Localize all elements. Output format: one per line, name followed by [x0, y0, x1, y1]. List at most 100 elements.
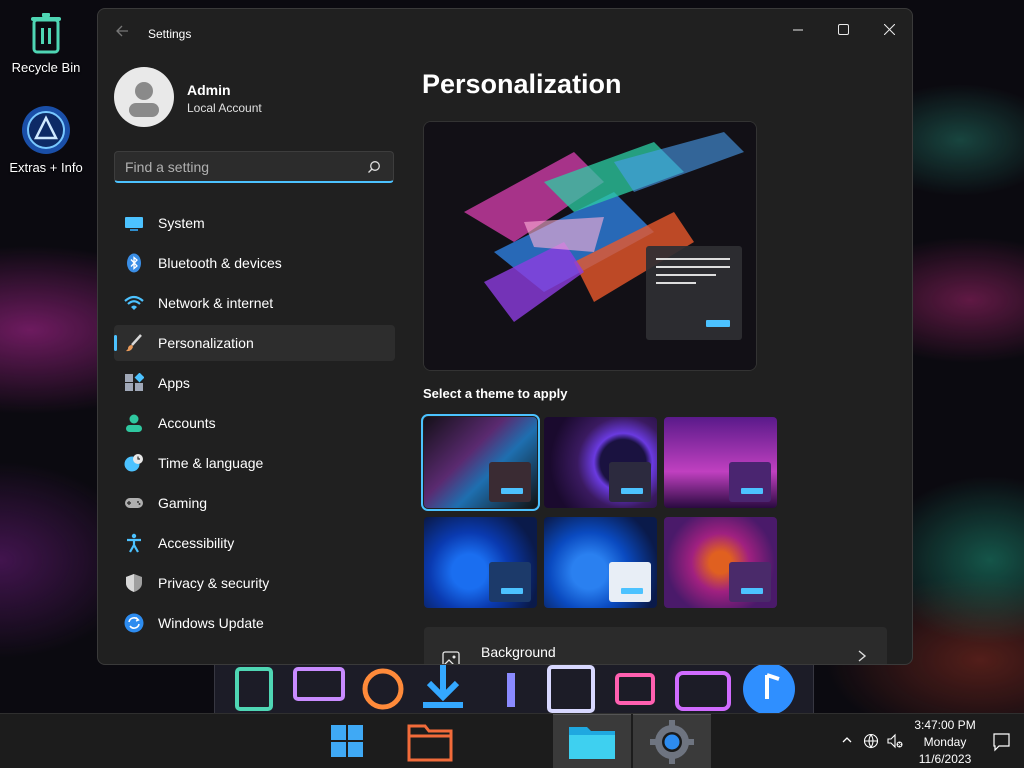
- theme-preview-button: [741, 588, 763, 594]
- maximize-icon: [837, 24, 849, 35]
- minimize-icon: [793, 29, 803, 31]
- sidebar-item-network[interactable]: Network & internet: [114, 285, 395, 321]
- arrow-left-icon: [116, 25, 128, 37]
- bluetooth-icon: [127, 253, 141, 273]
- taskbar-clock[interactable]: 3:47:00 PM Monday 11/6/2023: [900, 717, 990, 768]
- windows-logo-icon: [331, 725, 363, 757]
- user-profile[interactable]: Admin Local Account: [114, 67, 394, 129]
- theme-preview: [423, 121, 757, 371]
- background-row-label: Background: [481, 644, 556, 660]
- sidebar-item-time-language[interactable]: Time & language: [114, 445, 395, 481]
- sidebar-item-label: System: [158, 215, 205, 231]
- folder-icon: [407, 724, 453, 762]
- user-name: Admin: [187, 82, 231, 98]
- sidebar-item-label: Time & language: [158, 455, 264, 471]
- gear-icon: [650, 720, 694, 764]
- dock-strip: [214, 658, 814, 720]
- sidebar-item-windows-update[interactable]: Windows Update: [114, 605, 395, 641]
- notification-icon: [993, 733, 1010, 752]
- taskbar-app-settings[interactable]: [633, 714, 711, 768]
- recycle-bin-icon: [31, 13, 61, 54]
- theme-preview-button: [621, 588, 643, 594]
- sidebar-item-gaming[interactable]: Gaming: [114, 485, 395, 521]
- accounts-icon: [126, 414, 142, 432]
- avatar: [114, 67, 174, 127]
- theme-preview-window: [489, 462, 531, 502]
- settings-window: Settings Admin Local Account Sy: [97, 8, 913, 665]
- sidebar-item-system[interactable]: System: [114, 205, 395, 241]
- search-input[interactable]: [125, 158, 355, 176]
- desktop-icon-extras-info[interactable]: Extras + Info: [0, 104, 92, 175]
- chevron-up-icon[interactable]: [842, 735, 852, 745]
- app-title: Settings: [148, 27, 192, 41]
- theme-option[interactable]: [421, 414, 540, 511]
- taskbar-app-files[interactable]: [553, 714, 631, 768]
- sidebar-item-label: Apps: [158, 375, 190, 391]
- theme-grid: [421, 414, 779, 608]
- image-icon: [442, 651, 460, 664]
- sidebar-item-label: Bluetooth & devices: [158, 255, 282, 271]
- page-title: Personalization: [422, 69, 622, 99]
- sidebar-item-personalization[interactable]: Personalization: [114, 325, 395, 361]
- globe-icon[interactable]: [863, 733, 879, 749]
- sidebar-item-label: Accessibility: [158, 535, 235, 551]
- theme-option[interactable]: [664, 417, 777, 508]
- wifi-icon: [124, 295, 144, 310]
- shield-icon: [126, 574, 142, 592]
- theme-option[interactable]: [664, 517, 777, 608]
- sidebar-item-privacy-security[interactable]: Privacy & security: [114, 565, 395, 601]
- background-setting-row[interactable]: Background: [424, 627, 887, 664]
- account-type: Local Account: [187, 101, 262, 115]
- theme-preview-button: [621, 488, 643, 494]
- chevron-right-icon: [858, 650, 867, 662]
- search-icon[interactable]: [367, 160, 381, 174]
- theme-option[interactable]: [544, 417, 657, 508]
- theme-preview-window: [609, 462, 651, 502]
- start-button[interactable]: [324, 714, 370, 768]
- clock-date: 11/6/2023: [918, 752, 972, 766]
- sidebar-nav: System Bluetooth & devices Network & int…: [114, 205, 395, 645]
- sidebar-item-label: Personalization: [158, 335, 254, 351]
- gamepad-icon: [125, 498, 143, 508]
- paintbrush-icon: [126, 334, 142, 352]
- system-icon: [125, 217, 143, 231]
- extras-info-icon: [22, 106, 70, 154]
- dock-icons: [235, 663, 795, 715]
- update-icon: [124, 613, 144, 633]
- wallpaper-preview-image: [424, 122, 756, 370]
- theme-preview-window: [729, 462, 771, 502]
- desktop-icon-label: Extras + Info: [9, 160, 83, 175]
- theme-preview-button: [501, 588, 523, 594]
- desktop-icon-label: Recycle Bin: [11, 60, 81, 75]
- sidebar-item-accessibility[interactable]: Accessibility: [114, 525, 395, 561]
- theme-preview-window: [489, 562, 531, 602]
- clock-time: 3:47:00 PM: [914, 718, 976, 732]
- theme-preview-window: [729, 562, 771, 602]
- sidebar-item-label: Privacy & security: [158, 575, 270, 591]
- search-box[interactable]: [114, 151, 394, 183]
- minimize-button[interactable]: [775, 15, 821, 47]
- theme-preview-button: [741, 488, 763, 494]
- theme-option[interactable]: [544, 517, 657, 608]
- sidebar-item-label: Gaming: [158, 495, 208, 511]
- apps-icon: [125, 373, 144, 391]
- desktop-icon-recycle-bin[interactable]: Recycle Bin: [0, 12, 92, 75]
- close-button[interactable]: [866, 15, 912, 47]
- theme-preview-button: [501, 488, 523, 494]
- notifications-button[interactable]: [986, 714, 1016, 768]
- clock-globe-icon: [124, 454, 143, 472]
- sidebar-item-apps[interactable]: Apps: [114, 365, 395, 401]
- files-app-icon: [569, 727, 615, 759]
- theme-heading: Select a theme to apply: [423, 386, 568, 401]
- sidebar-item-accounts[interactable]: Accounts: [114, 405, 395, 441]
- sidebar-item-label: Network & internet: [158, 295, 274, 311]
- accessibility-icon: [127, 533, 141, 553]
- sidebar-item-label: Windows Update: [158, 615, 264, 631]
- maximize-button[interactable]: [820, 15, 866, 47]
- sidebar-item-bluetooth[interactable]: Bluetooth & devices: [114, 245, 395, 281]
- theme-option[interactable]: [424, 517, 537, 608]
- taskbar: 3:47:00 PM Monday 11/6/2023: [0, 713, 1024, 768]
- back-button[interactable]: [112, 23, 132, 43]
- title-bar: Settings: [98, 9, 912, 57]
- file-explorer-button[interactable]: [403, 714, 459, 768]
